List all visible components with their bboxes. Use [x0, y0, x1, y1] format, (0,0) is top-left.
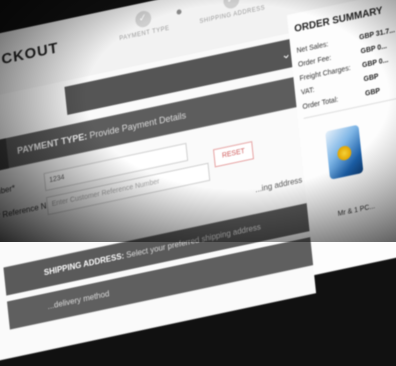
step-separator [176, 8, 182, 15]
address-hint: ...ing address [254, 175, 303, 195]
step-label: PAYMENT TYPE [119, 25, 170, 43]
section-marker [0, 138, 9, 174]
payment-subtitle: Provide Payment Details [89, 110, 187, 141]
summary-value: GBP 0... [361, 57, 389, 70]
summary-value: GBP [364, 87, 381, 98]
summary-value: GBP 31.7... [358, 26, 396, 42]
summary-label: Order Fee: [297, 54, 332, 69]
reset-button[interactable]: RESET [212, 141, 255, 168]
shipping-title: SHIPPING ADDRESS: [43, 251, 125, 278]
checkout-page: CKOUT ✓ PAYMENT TYPE ✓ SHIPPING ADDRESS … [0, 0, 396, 366]
summary-label: VAT: [300, 87, 315, 97]
product-thumbnail[interactable] [325, 124, 364, 180]
summary-label: Order Total: [302, 96, 339, 111]
check-icon: ✓ [134, 9, 152, 29]
po-number-label: ...mber* [0, 183, 16, 199]
page-title: CKOUT [0, 39, 60, 69]
check-icon: ✓ [222, 0, 240, 11]
product-name: Mr & 1 PC... [337, 202, 376, 218]
summary-value: GBP 0... [360, 43, 388, 56]
delivery-subtitle: ...delivery method [47, 289, 110, 312]
payment-title: PAYMENT TYPE: [16, 131, 88, 157]
summary-label: Freight Charges: [299, 65, 351, 83]
product-image-detail [336, 144, 352, 162]
summary-label: Net Sales: [296, 41, 329, 55]
step-shipping-address[interactable]: ✓ SHIPPING ADDRESS [197, 0, 266, 26]
summary-value: GBP [363, 73, 379, 84]
step-label: SHIPPING ADDRESS [199, 5, 266, 26]
step-payment-type[interactable]: ✓ PAYMENT TYPE [117, 6, 170, 43]
